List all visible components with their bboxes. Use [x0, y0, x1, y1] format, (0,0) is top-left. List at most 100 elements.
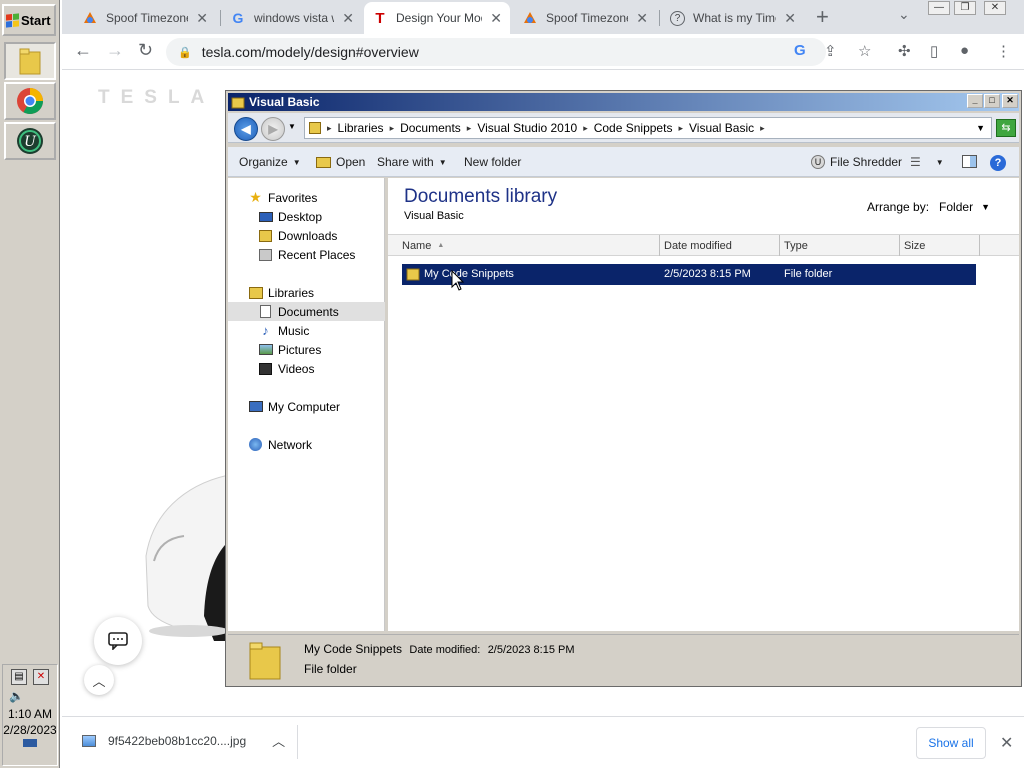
share-icon[interactable]: ⇪ [824, 42, 837, 60]
dropdown-caret-icon: ▼ [438, 157, 447, 167]
tab-close-icon[interactable]: ✕ [490, 10, 502, 27]
column-header-date-modified[interactable]: Date modified [660, 235, 780, 256]
profile-avatar-icon[interactable]: ● [960, 42, 969, 59]
refresh-icon[interactable]: ⇆ [996, 119, 1016, 137]
security-tray-icon[interactable]: ✕ [33, 669, 49, 685]
tab-close-icon[interactable]: ✕ [196, 10, 208, 27]
column-header-size[interactable]: Size [900, 235, 980, 256]
nav-documents[interactable]: Documents [228, 302, 385, 321]
extensions-puzzle-icon[interactable]: ✣ [898, 42, 911, 60]
help-button[interactable]: ? [990, 155, 1006, 171]
address-dropdown-icon[interactable]: ▼ [976, 123, 985, 133]
computer-icon [248, 400, 263, 414]
address-bar[interactable]: 🔒 tesla.com/modely/design#overview [166, 38, 826, 66]
tab-spoof-timezone-2[interactable]: Spoof Timezone ✕ [514, 2, 656, 34]
folder-icon [406, 266, 420, 284]
forward-arrow-icon[interactable]: → [106, 40, 124, 61]
breadcrumb-arrow-icon[interactable]: ▸ [760, 123, 765, 134]
breadcrumb-arrow-icon[interactable]: ▸ [390, 123, 395, 134]
file-shredder-button[interactable]: U File Shredder [811, 155, 902, 169]
start-button[interactable]: Start [2, 4, 56, 36]
new-folder-button[interactable]: New folder [464, 155, 521, 169]
nav-music[interactable]: ♪ Music [228, 321, 385, 340]
tab-spoof-timezone-1[interactable]: Spoof Timezone ✕ [74, 2, 216, 34]
explorer-title-bar[interactable]: Visual Basic [228, 93, 1019, 111]
tab-windows-vista[interactable]: G windows vista wi ✕ [222, 2, 362, 34]
details-name: My Code Snippets [304, 642, 403, 656]
nav-downloads[interactable]: Downloads [228, 226, 385, 245]
tesla-logo[interactable]: TESLA [98, 87, 215, 109]
reload-icon[interactable]: ↻ [138, 40, 153, 61]
change-view-button[interactable]: ☰ ▼ [910, 155, 944, 169]
nav-pictures[interactable]: Pictures [228, 340, 385, 359]
nav-recent-places[interactable]: Recent Places [228, 245, 385, 264]
arrange-by-label: Arrange by: [867, 200, 930, 214]
bookmark-star-icon[interactable]: ☆ [858, 42, 871, 60]
breadcrumb-item[interactable]: Visual Basic [689, 121, 754, 135]
share-with-button[interactable]: Share with ▼ [377, 155, 447, 169]
tab-close-icon[interactable]: ✕ [636, 10, 648, 27]
file-list-pane: Documents library Visual Basic Arrange b… [388, 178, 1019, 631]
taskbar-explorer-button[interactable] [4, 42, 56, 80]
tab-design-your-model[interactable]: T Design Your Mod ✕ [364, 2, 510, 34]
nav-label: Videos [278, 361, 315, 376]
nav-libraries[interactable]: Libraries [228, 283, 385, 302]
download-item[interactable]: 9f5422beb08b1cc20....jpg ︿ [82, 731, 285, 750]
tab-close-icon[interactable]: ✕ [342, 10, 354, 27]
volume-icon[interactable]: 🔈 [3, 689, 57, 703]
show-desktop-icon[interactable] [23, 739, 37, 747]
table-row[interactable]: My Code Snippets 2/5/2023 8:15 PM File f… [402, 264, 976, 285]
extension-shape-icon [82, 10, 98, 26]
column-header-name[interactable]: Name ▲ [388, 235, 660, 256]
arrange-by-dropdown[interactable]: Folder ▼ [939, 200, 990, 214]
restore-window-icon[interactable]: ❐ [954, 1, 976, 15]
column-header-type[interactable]: Type [780, 235, 900, 256]
chrome-menu-icon[interactable]: ⋮ [996, 42, 1011, 60]
network-tray-icon[interactable]: ▤ [11, 669, 27, 685]
breadcrumb-arrow-icon[interactable]: ▸ [327, 123, 332, 134]
explorer-close-icon[interactable]: ✕ [1002, 94, 1018, 108]
breadcrumb[interactable]: ▸ Libraries ▸ Documents ▸ Visual Studio 20… [304, 117, 992, 139]
explorer-forward-icon[interactable]: ▶ [261, 117, 285, 141]
nav-favorites[interactable]: ★ Favorites [228, 188, 385, 207]
google-lens-g-icon[interactable]: G [794, 42, 806, 59]
nav-network[interactable]: Network [228, 435, 385, 454]
nav-desktop[interactable]: Desktop [228, 207, 385, 226]
close-window-icon[interactable]: ✕ [984, 1, 1006, 15]
minimize-window-icon[interactable]: — [928, 1, 950, 15]
nav-videos[interactable]: Videos [228, 359, 385, 378]
tab-search-chevron-icon[interactable]: ⌄ [898, 6, 910, 23]
new-tab-icon[interactable]: + [816, 4, 829, 30]
tab-close-icon[interactable]: ✕ [784, 10, 796, 27]
preview-pane-button[interactable] [962, 155, 977, 168]
scroll-up-button[interactable]: ︿ [84, 665, 114, 695]
download-bar-close-icon[interactable]: ✕ [1000, 733, 1013, 753]
tab-what-is-my-time[interactable]: ? What is my Time ✕ [662, 2, 804, 34]
taskbar-chrome-button[interactable] [4, 82, 56, 120]
open-button[interactable]: Open [316, 155, 365, 169]
side-panel-icon[interactable]: ▯ [930, 42, 938, 60]
breadcrumb-arrow-icon[interactable]: ▸ [583, 123, 588, 134]
show-all-button[interactable]: Show all [916, 727, 986, 759]
nav-my-computer[interactable]: My Computer [228, 397, 385, 416]
explorer-back-icon[interactable]: ◀ [234, 117, 258, 141]
explorer-maximize-icon[interactable]: □ [984, 94, 1000, 108]
breadcrumb-arrow-icon[interactable]: ▸ [467, 123, 472, 134]
lock-icon[interactable]: 🔒 [178, 46, 192, 59]
breadcrumb-item[interactable]: Documents [400, 121, 461, 135]
breadcrumb-item[interactable]: Libraries [338, 121, 384, 135]
breadcrumb-arrow-icon[interactable]: ▸ [678, 123, 683, 134]
breadcrumb-item[interactable]: Visual Studio 2010 [477, 121, 577, 135]
back-arrow-icon[interactable]: ← [74, 40, 92, 61]
large-folder-icon [249, 642, 281, 680]
breadcrumb-item[interactable]: Code Snippets [594, 121, 673, 135]
taskbar-app-u-button[interactable]: U [4, 122, 56, 160]
download-chevron-up-icon[interactable]: ︿ [272, 731, 285, 750]
chat-button[interactable] [94, 617, 142, 665]
organize-button[interactable]: Organize ▼ [239, 155, 301, 169]
clock-date[interactable]: 2/28/2023 [3, 723, 57, 737]
explorer-minimize-icon[interactable]: _ [967, 94, 983, 108]
history-dropdown-icon[interactable]: ▼ [288, 122, 296, 131]
explorer-address-row: ◀ ▶ ▼ ▸ Libraries ▸ Documents ▸ Visual Stu… [228, 113, 1019, 143]
clock-time[interactable]: 1:10 AM [3, 707, 57, 721]
